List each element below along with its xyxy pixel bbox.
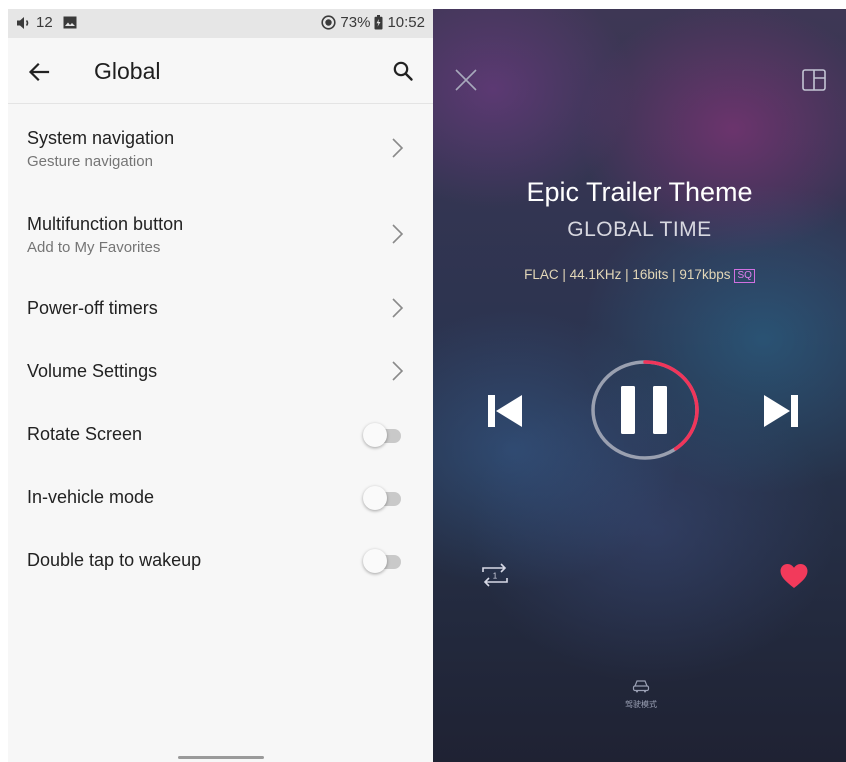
row-title: In-vehicle mode [27,487,155,507]
chevron-right-icon [392,361,404,381]
layout-toggle-icon [802,69,826,91]
row-title: Power-off timers [27,298,158,318]
setting-row-multifunction-button[interactable]: Multifunction button Add to My Favorites [8,203,433,265]
repeat-mode-button[interactable]: 1 [479,561,511,589]
battery-icon [374,15,383,30]
track-artist: GLOBAL TIME [567,218,712,241]
car-icon [632,680,650,693]
setting-row-double-tap-to-wakeup: Double tap to wakeup [8,537,433,585]
volume-icon [16,16,32,30]
setting-row-power-off-timers[interactable]: Power-off timers [8,285,433,333]
repeat-one-badge: 1 [493,572,498,581]
back-button[interactable] [26,59,52,85]
audio-format-text: FLAC | 44.1KHz | 16bits | 917kbps [524,267,731,282]
row-title: System navigation [27,128,175,148]
close-button[interactable] [453,67,479,93]
pause-icon [591,360,699,460]
do-not-disturb-icon [321,15,337,30]
volume-level: 12 [36,14,53,31]
repeat-one-icon: 1 [482,563,508,587]
previous-track-icon [488,395,522,427]
setting-row-volume-settings[interactable]: Volume Settings [8,348,433,396]
row-subtitle: Gesture navigation [27,153,153,170]
setting-row-system-navigation[interactable]: System navigation Gesture navigation [8,117,433,179]
image-icon [63,16,77,29]
previous-track-button[interactable] [485,391,525,431]
chevron-right-icon [392,224,404,244]
play-pause-button[interactable] [589,358,701,462]
battery-percent: 73% [340,14,371,31]
drive-mode-button[interactable]: 驾驶模式 [613,679,669,719]
in-vehicle-mode-toggle[interactable] [363,486,403,510]
toggle-knob [363,549,387,573]
track-title: Epic Trailer Theme [526,177,753,207]
chevron-right-icon [392,298,404,318]
setting-row-rotate-screen: Rotate Screen [8,411,433,459]
app-bar: Global [8,38,433,104]
chevron-right-icon [392,138,404,158]
double-tap-to-wakeup-toggle[interactable] [363,549,403,573]
favorite-button[interactable] [779,562,809,590]
clock: 10:52 [387,14,425,31]
search-button[interactable] [390,58,416,84]
drive-mode-label: 驾驶模式 [625,700,657,709]
row-title: Volume Settings [27,361,158,381]
next-track-icon [764,395,798,427]
row-subtitle: Add to My Favorites [27,239,161,256]
status-bar: 12 73% 10:52 [8,9,433,38]
row-title: Multifunction button [27,214,184,234]
toggle-knob [363,423,387,447]
next-track-button[interactable] [761,391,801,431]
audio-format-info: FLAC | 44.1KHz | 16bits | 917kbps SQ [433,267,846,283]
quality-badge: SQ [734,269,755,283]
home-indicator[interactable] [178,756,264,759]
layout-toggle-button[interactable] [801,67,827,93]
heart-icon [780,564,808,588]
search-icon [393,61,413,81]
settings-panel: 12 73% 10:52 Global System navigation Ge… [8,9,433,762]
close-icon [455,69,477,91]
toggle-knob [363,486,387,510]
page-title: Global [94,58,161,84]
player-panel: Epic Trailer Theme GLOBAL TIME FLAC | 44… [433,9,846,762]
back-arrow-icon [28,62,50,82]
progress-ring-fill [643,360,699,451]
rotate-screen-toggle[interactable] [363,423,403,447]
row-title: Double tap to wakeup [27,550,202,570]
row-title: Rotate Screen [27,424,143,444]
setting-row-in-vehicle-mode: In-vehicle mode [8,474,433,522]
